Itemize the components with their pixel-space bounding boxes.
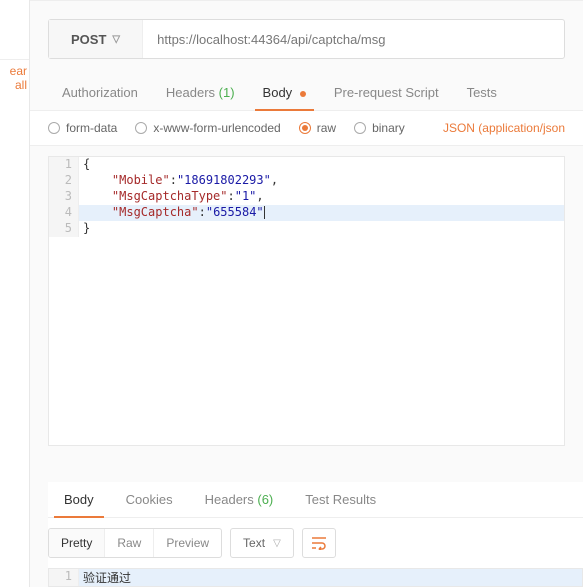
dot-indicator-icon <box>300 91 306 97</box>
editor-line: 4 "MsgCaptcha":"655584" <box>49 205 564 221</box>
wrap-icon <box>311 536 327 550</box>
tab-body[interactable]: Body <box>249 77 320 110</box>
radio-binary[interactable]: binary <box>354 121 405 135</box>
response-type-selector[interactable]: Text ▽ <box>230 528 294 558</box>
content-type-selector[interactable]: JSON (application/json <box>443 121 565 135</box>
rtab-cookies[interactable]: Cookies <box>110 482 189 517</box>
seg-pretty[interactable]: Pretty <box>49 529 104 557</box>
view-mode-segment: Pretty Raw Preview <box>48 528 222 558</box>
request-tabs: Authorization Headers (1) Body Pre-reque… <box>30 59 583 111</box>
editor-line: 5} <box>49 221 564 237</box>
wrap-lines-button[interactable] <box>302 528 336 558</box>
radio-raw[interactable]: raw <box>299 121 336 135</box>
editor-line: 1{ <box>49 157 564 173</box>
main-panel: POST ▽ https://localhost:44364/api/captc… <box>30 0 583 587</box>
rtab-body[interactable]: Body <box>48 482 110 517</box>
response-body-viewer[interactable]: 1 验证通过 <box>48 568 583 587</box>
editor-line: 3 "MsgCaptchaType":"1", <box>49 189 564 205</box>
response-tabs: Body Cookies Headers (6) Test Results <box>48 482 583 518</box>
left-sidebar-fragment: ear all <box>0 0 30 587</box>
response-line: 1 验证通过 <box>49 569 582 586</box>
chevron-down-icon: ▽ <box>112 34 120 45</box>
url-input[interactable]: https://localhost:44364/api/captcha/msg <box>143 20 564 58</box>
rtab-headers[interactable]: Headers (6) <box>189 482 290 517</box>
rtab-tests[interactable]: Test Results <box>289 482 392 517</box>
body-type-row: form-data x-www-form-urlencoded raw bina… <box>30 111 583 146</box>
request-body-editor[interactable]: 1{2 "Mobile":"18691802293",3 "MsgCaptcha… <box>48 156 565 446</box>
request-bar: POST ▽ https://localhost:44364/api/captc… <box>48 19 565 59</box>
radio-urlencoded[interactable]: x-www-form-urlencoded <box>135 121 280 135</box>
seg-preview[interactable]: Preview <box>153 529 221 557</box>
tab-prerequest[interactable]: Pre-request Script <box>320 77 453 110</box>
response-controls: Pretty Raw Preview Text ▽ <box>48 518 583 568</box>
seg-raw[interactable]: Raw <box>104 529 153 557</box>
response-panel: Body Cookies Headers (6) Test Results Pr… <box>48 482 583 587</box>
method-label: POST <box>71 32 106 47</box>
clear-all-link[interactable]: ear all <box>0 64 29 92</box>
tab-headers[interactable]: Headers (1) <box>152 77 249 110</box>
radio-form-data[interactable]: form-data <box>48 121 117 135</box>
editor-line: 2 "Mobile":"18691802293", <box>49 173 564 189</box>
tab-tests[interactable]: Tests <box>453 77 511 110</box>
chevron-down-icon: ▽ <box>273 538 281 549</box>
tab-authorization[interactable]: Authorization <box>48 77 152 110</box>
method-selector[interactable]: POST ▽ <box>49 20 143 58</box>
